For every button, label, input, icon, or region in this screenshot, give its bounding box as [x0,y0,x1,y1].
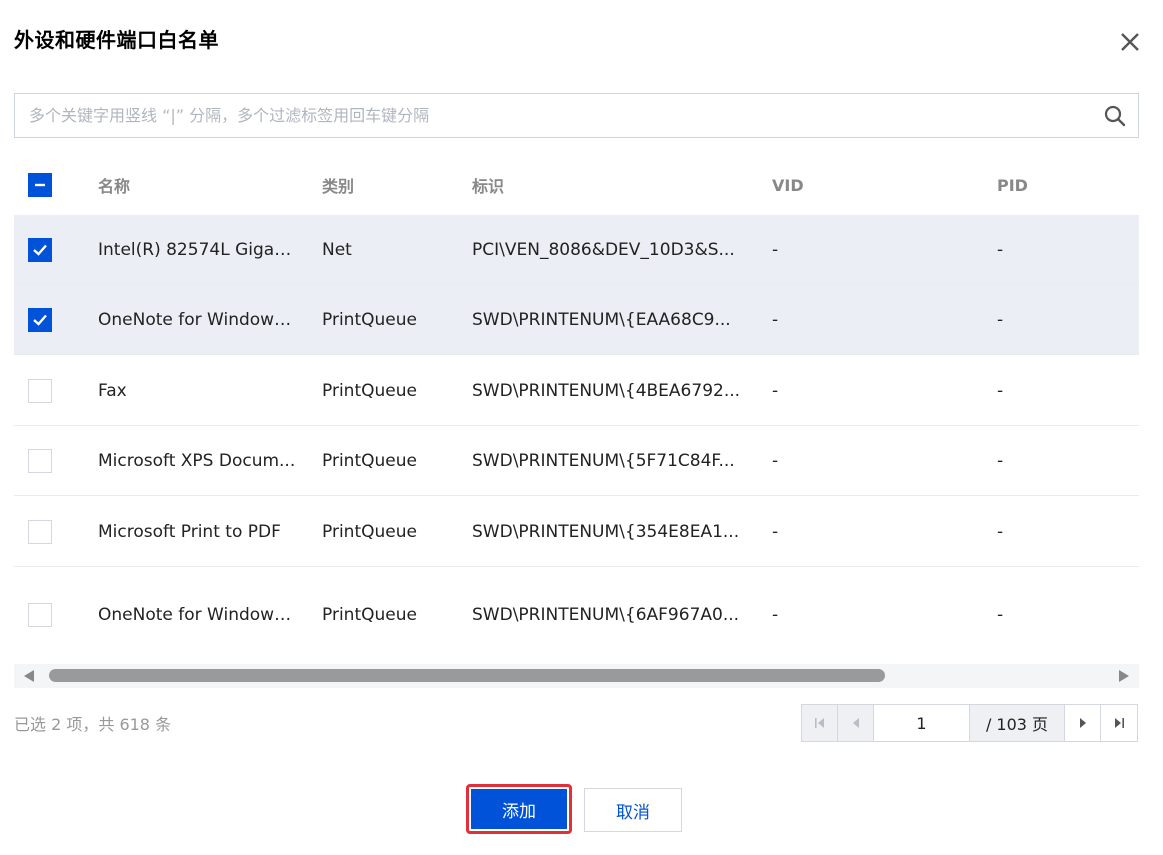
column-header-pid[interactable]: PID [997,150,1127,220]
next-page-button[interactable] [1065,705,1101,741]
first-page-button[interactable] [802,705,838,741]
device-type: PrintQueue [322,605,417,625]
device-id: SWD\PRINTENUM\{5F71C84F... [472,450,735,471]
device-name: Fax [98,380,127,401]
row-checkbox[interactable] [28,603,52,627]
device-vid: - [772,309,779,330]
column-header-vid[interactable]: VID [772,150,972,220]
row-checkbox[interactable] [28,448,52,473]
column-header-name[interactable]: 名称 [98,150,298,220]
device-type: PrintQueue [322,521,417,542]
select-all-checkbox[interactable] [28,173,52,197]
search-box [14,93,1139,138]
scrollbar-thumb[interactable] [49,669,885,682]
device-type: PrintQueue [322,380,417,401]
device-vid: - [772,239,779,260]
table-row[interactable]: Intel(R) 82574L Gigab... Net PCI\VEN_808… [14,215,1139,285]
device-id: SWD\PRINTENUM\{4BEA6792... [472,380,741,401]
device-name: Microsoft Print to PDF [98,521,281,542]
device-type: Net [322,239,352,260]
device-vid: - [772,605,779,625]
search-input[interactable] [15,94,1095,137]
device-pid: - [997,239,1004,260]
pagination: / 103 页 [801,704,1138,742]
device-pid: - [997,521,1004,542]
prev-page-button[interactable] [838,705,874,741]
dialog-title: 外设和硬件端口白名单 [14,28,219,52]
device-name: OneNote for Windows... [98,309,298,330]
first-page-icon [814,718,824,728]
device-type: PrintQueue [322,309,417,330]
row-checkbox[interactable] [28,519,52,544]
cancel-button[interactable]: 取消 [584,788,682,832]
device-id: SWD\PRINTENUM\{354E8EA1... [472,521,740,542]
device-vid: - [772,450,779,471]
selection-summary: 已选 2 项，共 618 条 [14,715,172,734]
device-vid: - [772,521,779,542]
search-icon[interactable] [1104,105,1126,127]
column-header-type[interactable]: 类别 [322,150,462,220]
device-name: Intel(R) 82574L Gigab... [98,239,298,260]
device-vid: - [772,380,779,401]
prev-page-icon [852,718,859,728]
page-number-field[interactable] [874,705,970,741]
page-number-input[interactable] [874,705,969,741]
device-pid: - [997,450,1004,471]
next-page-icon [1079,718,1086,728]
table-row[interactable]: Fax PrintQueue SWD\PRINTENUM\{4BEA6792..… [14,356,1139,426]
last-page-icon [1115,718,1124,728]
device-name: Microsoft XPS Docum... [98,450,296,471]
row-checkbox[interactable] [28,237,52,262]
indeterminate-icon [35,183,45,187]
device-pid: - [997,380,1004,401]
check-icon [33,314,47,326]
check-icon [33,244,47,256]
device-id: SWD\PRINTENUM\{6AF967A0... [472,605,740,625]
horizontal-scrollbar[interactable] [14,664,1139,688]
add-button[interactable]: 添加 [471,789,567,829]
table-header: 名称 类别 标识 VID PID [14,150,1139,220]
column-header-id[interactable]: 标识 [472,150,747,220]
device-id: SWD\PRINTENUM\{EAA68C9... [472,309,731,330]
table-row[interactable]: Microsoft XPS Docum... PrintQueue SWD\PR… [14,426,1139,496]
row-checkbox[interactable] [28,307,52,332]
close-icon[interactable] [1116,28,1144,56]
table-row[interactable]: Microsoft Print to PDF PrintQueue SWD\PR… [14,497,1139,567]
device-type: PrintQueue [322,450,417,471]
table-row[interactable]: OneNote for Windows... PrintQueue SWD\PR… [14,580,1139,650]
device-pid: - [997,309,1004,330]
last-page-button[interactable] [1101,705,1137,741]
add-button-highlight: 添加 [466,784,572,834]
total-pages-label: / 103 页 [970,705,1065,741]
row-checkbox[interactable] [28,378,52,403]
scroll-right-icon[interactable] [1119,670,1129,682]
table-row[interactable]: OneNote for Windows... PrintQueue SWD\PR… [14,285,1139,355]
device-pid: - [997,605,1004,625]
device-id: PCI\VEN_8086&DEV_10D3&S... [472,239,735,260]
device-name: OneNote for Windows... [98,605,298,625]
scroll-left-icon[interactable] [24,670,34,682]
